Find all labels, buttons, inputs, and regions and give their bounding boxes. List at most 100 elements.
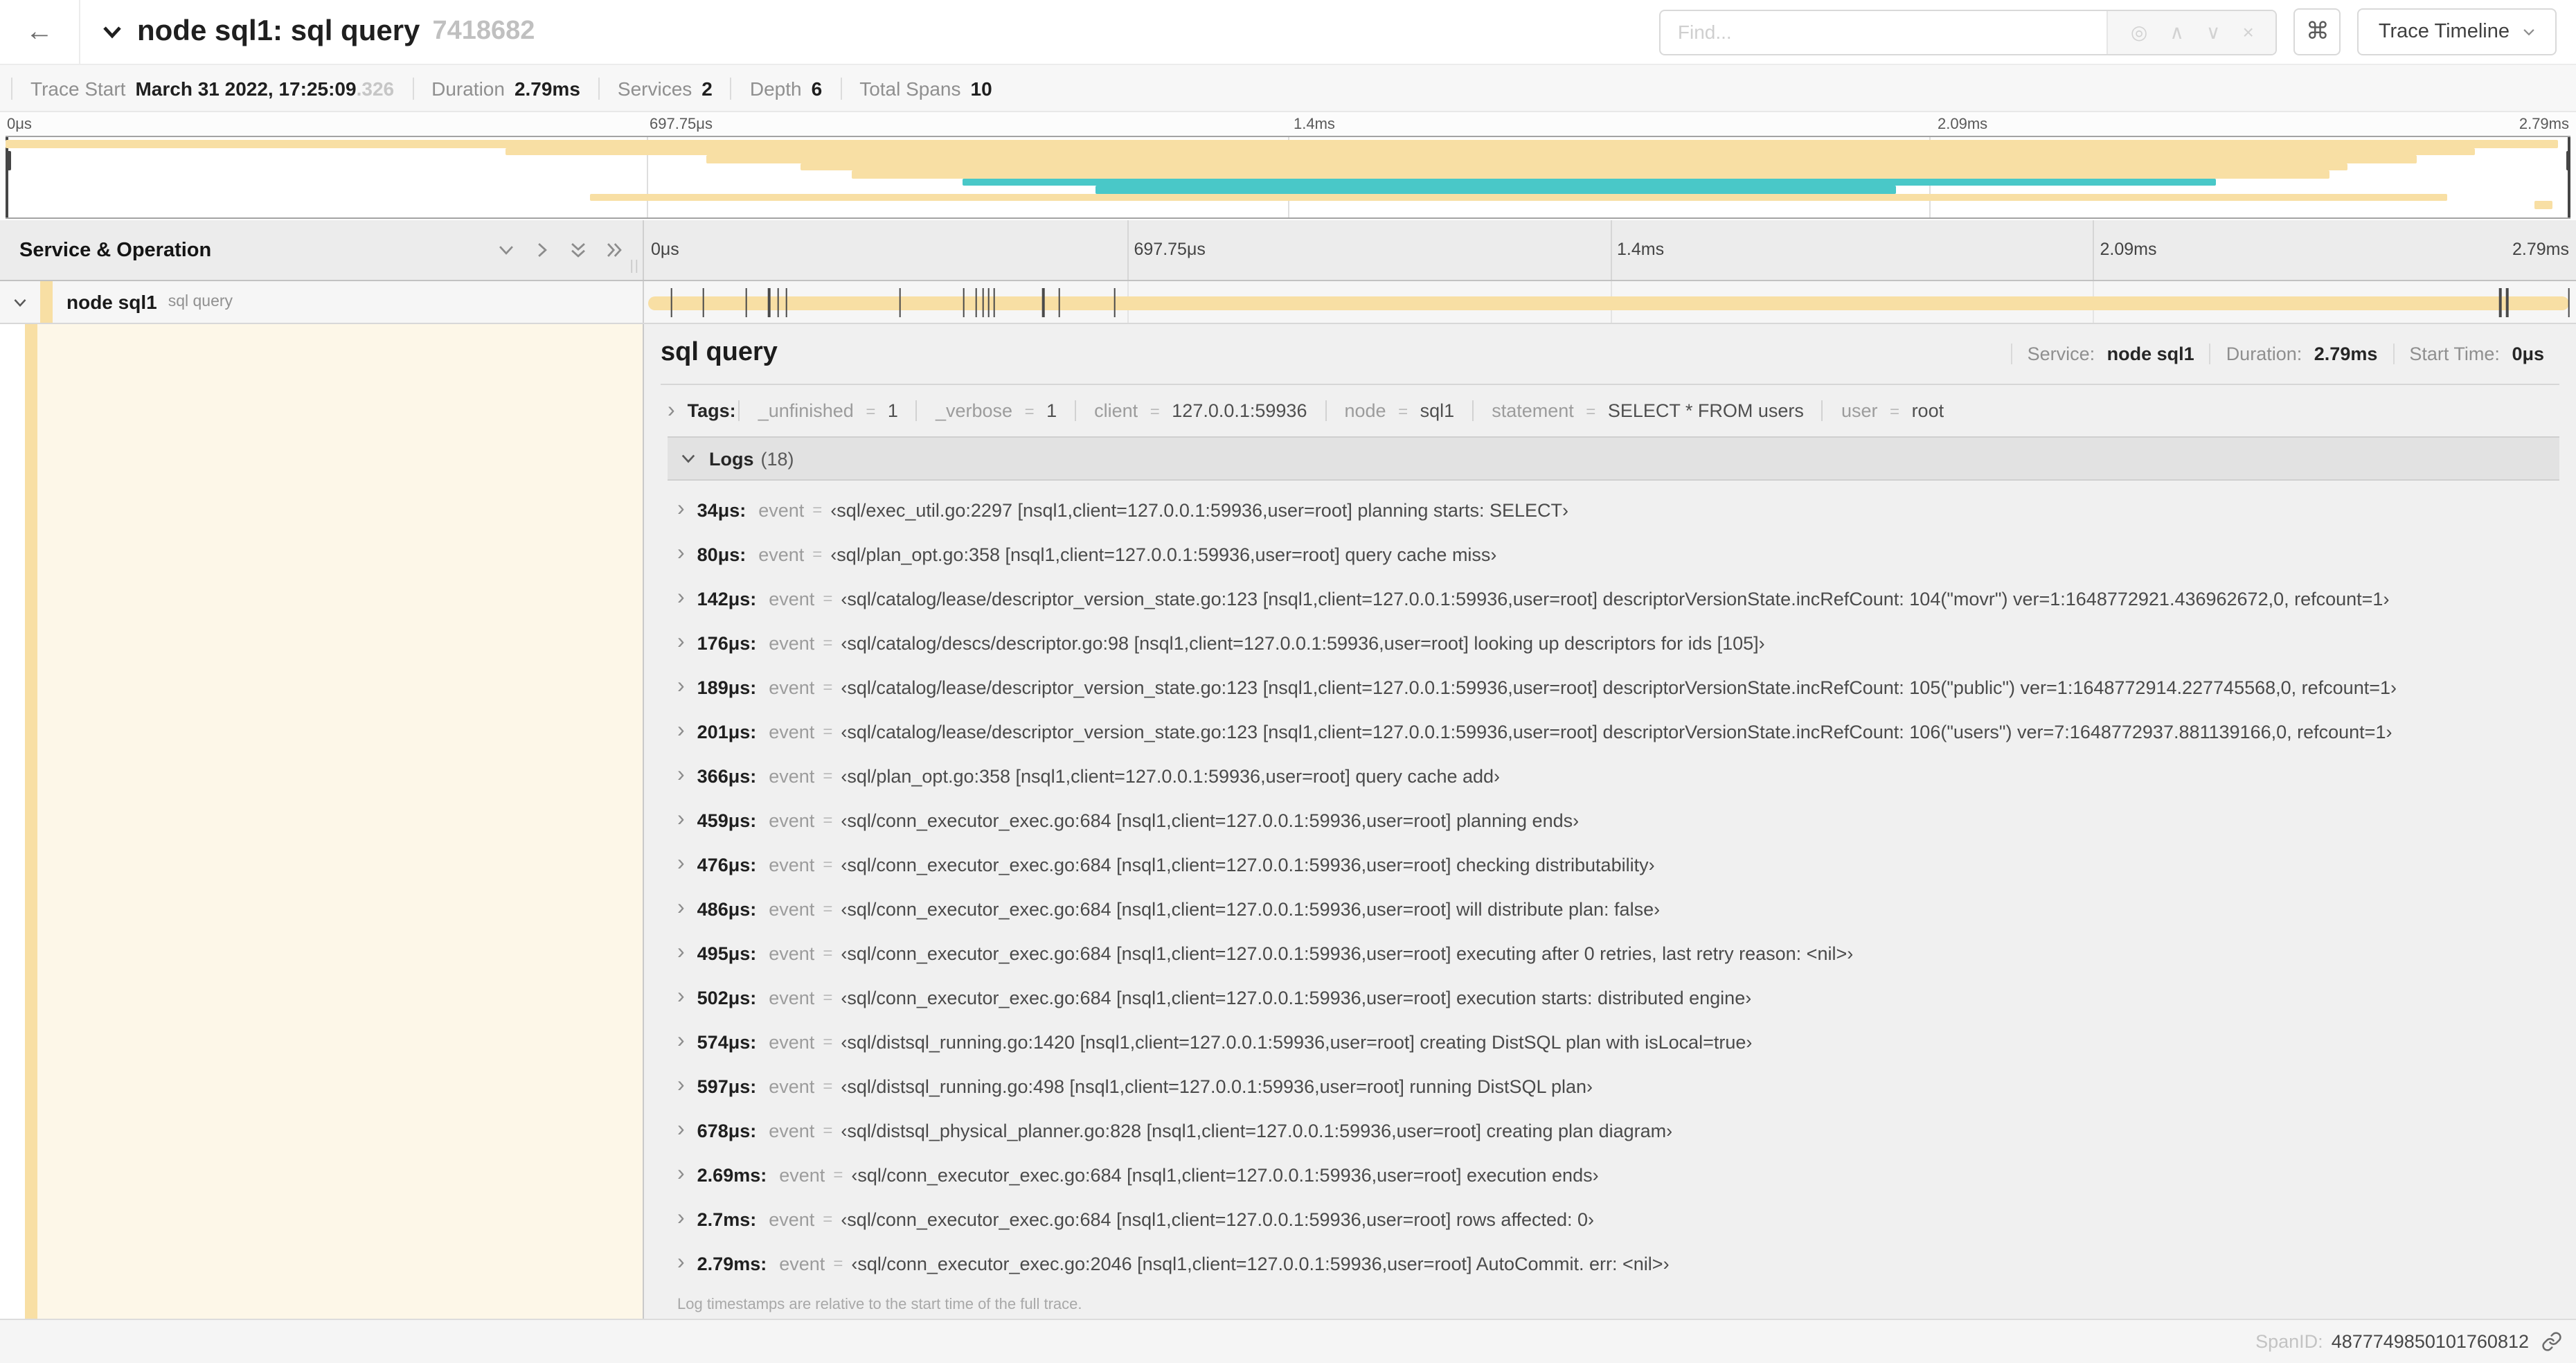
span-row-label[interactable]: node sql1 sql query <box>0 281 644 323</box>
service-operation-header: Service & Operation || <box>0 220 644 280</box>
tag-item: client = 127.0.0.1:59936 <box>1075 400 1325 421</box>
prev-match-icon[interactable]: ∧ <box>2170 22 2184 42</box>
next-match-icon[interactable]: ∨ <box>2206 22 2221 42</box>
log-expand-chevron-icon[interactable]: › <box>677 853 685 875</box>
tag-equals: = <box>1024 402 1035 421</box>
top-bar-actions: ◎ ∧ ∨ × ⌘ Trace Timeline <box>1659 8 2576 55</box>
log-expand-chevron-icon[interactable]: › <box>677 1163 685 1186</box>
logs-collapse-chevron-icon <box>681 454 695 463</box>
log-timestamp: 34μs: <box>697 499 746 520</box>
tag-equals: = <box>1150 402 1160 421</box>
log-entry-row[interactable]: › 142μs: event = ‹sql/catalog/lease/desc… <box>668 576 2559 621</box>
column-resize-handle[interactable]: || <box>630 259 640 274</box>
locate-icon[interactable]: ◎ <box>2131 22 2147 42</box>
minimap-canvas[interactable] <box>6 136 2570 219</box>
log-expand-chevron-icon[interactable]: › <box>677 897 685 920</box>
clear-search-icon[interactable]: × <box>2242 22 2253 42</box>
log-equals: = <box>823 988 833 1007</box>
log-equals: = <box>823 899 833 918</box>
log-expand-chevron-icon[interactable]: › <box>677 720 685 742</box>
deep-link-icon[interactable] <box>2541 1331 2562 1352</box>
log-expand-chevron-icon[interactable]: › <box>677 631 685 654</box>
log-expand-chevron-icon[interactable]: › <box>677 587 685 609</box>
log-entry-row[interactable]: › 597μs: event = ‹sql/distsql_running.go… <box>668 1064 2559 1108</box>
tag-value: sql1 <box>1420 400 1455 421</box>
log-expand-chevron-icon[interactable]: › <box>677 1251 685 1274</box>
ruler-tick-label: 1.4ms <box>1617 240 1665 259</box>
span-id-value: 4877749850101760812 <box>2331 1331 2529 1352</box>
log-tick <box>777 288 780 317</box>
log-entry-row[interactable]: › 678μs: event = ‹sql/distsql_physical_p… <box>668 1108 2559 1152</box>
span-service-name[interactable]: node sql1 <box>66 291 157 313</box>
minimap-left-scrubber[interactable] <box>6 137 10 217</box>
log-expand-chevron-icon[interactable]: › <box>677 542 685 565</box>
log-entry-row[interactable]: › 80μs: event = ‹sql/plan_opt.go:358 [ns… <box>668 532 2559 576</box>
log-expand-chevron-icon[interactable]: › <box>677 764 685 787</box>
keyboard-shortcuts-button[interactable]: ⌘ <box>2293 8 2341 55</box>
log-entry-row[interactable]: › 366μs: event = ‹sql/plan_opt.go:358 [n… <box>668 754 2559 798</box>
log-expand-chevron-icon[interactable]: › <box>677 1207 685 1230</box>
stat-item: Services 2 <box>598 77 731 99</box>
log-timestamp: 189μs: <box>697 677 757 697</box>
log-expand-chevron-icon[interactable]: › <box>677 498 685 521</box>
log-entry-row[interactable]: › 476μs: event = ‹sql/conn_executor_exec… <box>668 842 2559 887</box>
stat-item: Total Spans 10 <box>840 77 1010 99</box>
detail-meta-label: Start Time: <box>2409 344 2500 364</box>
log-entry-row[interactable]: › 502μs: event = ‹sql/conn_executor_exec… <box>668 975 2559 1019</box>
view-selector-button[interactable]: Trace Timeline <box>2357 8 2557 55</box>
log-equals: = <box>823 1076 833 1096</box>
span-row[interactable]: node sql1 sql query <box>0 281 2576 324</box>
log-entry-row[interactable]: › 574μs: event = ‹sql/distsql_running.go… <box>668 1019 2559 1064</box>
log-expand-chevron-icon[interactable]: › <box>677 1030 685 1053</box>
tag-equals: = <box>1586 402 1596 421</box>
log-expand-chevron-icon[interactable]: › <box>677 675 685 698</box>
collapse-trace-chevron-icon[interactable] <box>101 21 123 43</box>
ruler-gridline <box>1610 220 1611 280</box>
tags-expand-chevron-icon[interactable]: › <box>668 399 675 422</box>
span-collapse-chevron-icon[interactable] <box>12 294 28 310</box>
log-entry-row[interactable]: › 486μs: event = ‹sql/conn_executor_exec… <box>668 887 2559 931</box>
log-entry-row[interactable]: › 176μs: event = ‹sql/catalog/descs/desc… <box>668 621 2559 665</box>
stat-label: Trace Start <box>30 77 126 99</box>
span-id-strip: SpanID: 4877749850101760812 <box>0 1319 2576 1363</box>
log-expand-chevron-icon[interactable]: › <box>677 941 685 964</box>
log-timestamp: 366μs: <box>697 765 757 786</box>
log-field-key: event <box>769 987 815 1008</box>
log-entry-row[interactable]: › 2.69ms: event = ‹sql/conn_executor_exe… <box>668 1152 2559 1197</box>
logs-list: › 34μs: event = ‹sql/exec_util.go:2297 [… <box>668 481 2559 1285</box>
log-field-value: ‹sql/distsql_running.go:498 [nsql1,clien… <box>841 1076 1593 1096</box>
minimap-right-scrubber[interactable] <box>2566 137 2570 217</box>
tag-value: root <box>1911 400 1944 421</box>
log-timestamp: 486μs: <box>697 898 757 919</box>
collapse-one-icon[interactable] <box>497 241 515 259</box>
log-equals: = <box>833 1165 843 1184</box>
log-expand-chevron-icon[interactable]: › <box>677 1074 685 1097</box>
log-entry-row[interactable]: › 2.7ms: event = ‹sql/conn_executor_exec… <box>668 1197 2559 1241</box>
log-expand-chevron-icon[interactable]: › <box>677 808 685 831</box>
expand-one-icon[interactable] <box>533 241 551 259</box>
find-input[interactable] <box>1661 10 2107 53</box>
trace-view-screen: ← node sql1: sql query 7418682 ◎ ∧ ∨ × ⌘… <box>0 0 2576 1363</box>
log-entry-row[interactable]: › 201μs: event = ‹sql/catalog/lease/desc… <box>668 709 2559 754</box>
back-button[interactable]: ← <box>0 0 80 64</box>
logs-accordion-header[interactable]: Logs (18) <box>668 436 2559 481</box>
log-expand-chevron-icon[interactable]: › <box>677 986 685 1008</box>
timeline-header-row: Service & Operation || 0μs 697.75μs 1.4m… <box>0 220 2576 281</box>
log-entry-row[interactable]: › 189μs: event = ‹sql/catalog/lease/desc… <box>668 665 2559 709</box>
log-entry-row[interactable]: › 34μs: event = ‹sql/exec_util.go:2297 [… <box>668 488 2559 532</box>
log-entry-row[interactable]: › 495μs: event = ‹sql/conn_executor_exec… <box>668 931 2559 975</box>
detail-left-column <box>0 324 644 1319</box>
log-field-key: event <box>769 721 815 742</box>
expand-all-icon[interactable] <box>605 241 623 259</box>
log-field-key: event <box>769 943 815 963</box>
span-duration-bar[interactable] <box>648 296 2569 310</box>
tag-key: _verbose <box>935 400 1013 421</box>
log-expand-chevron-icon[interactable]: › <box>677 1119 685 1141</box>
span-row-timeline <box>644 281 2576 323</box>
tags-row[interactable]: › Tags: _unfinished = 1 _verbose = 1 cli… <box>661 385 2559 436</box>
log-entry-row[interactable]: › 2.79ms: event = ‹sql/conn_executor_exe… <box>668 1241 2559 1285</box>
log-tick <box>2568 288 2570 317</box>
log-entry-row[interactable]: › 459μs: event = ‹sql/conn_executor_exec… <box>668 798 2559 842</box>
log-tick <box>744 288 747 317</box>
collapse-all-icon[interactable] <box>569 241 587 259</box>
